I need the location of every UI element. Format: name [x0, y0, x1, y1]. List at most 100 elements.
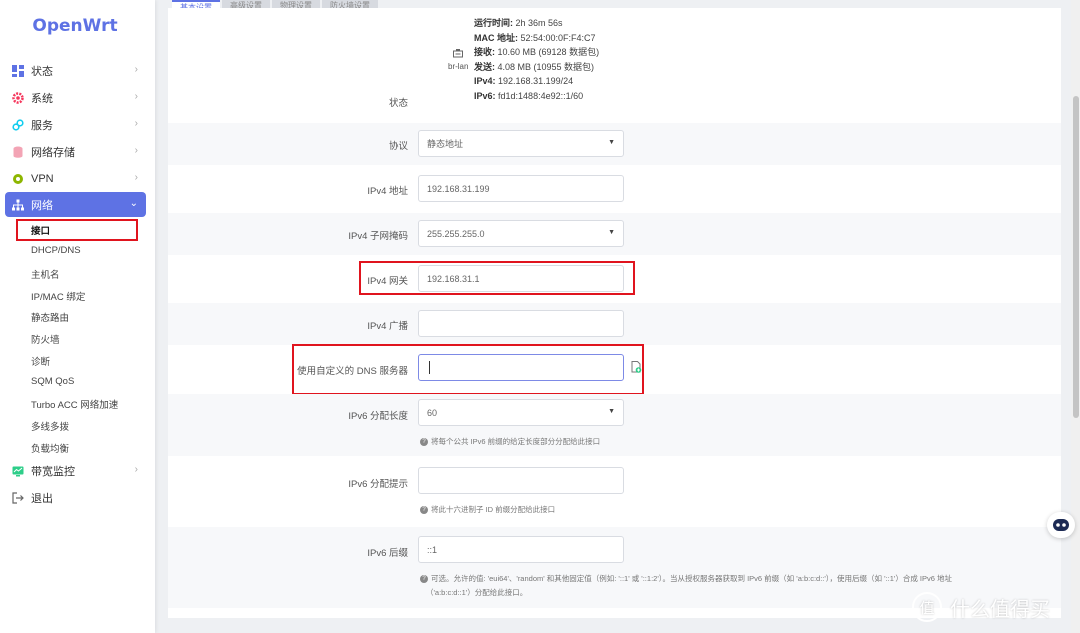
sidebar-sub-hostnames[interactable]: 主机名: [31, 267, 60, 281]
sidebar-item-bandwidth[interactable]: 带宽监控 ›: [5, 458, 146, 483]
chevron-right-icon: ›: [134, 145, 138, 156]
tab-physical[interactable]: 物理设置: [272, 0, 320, 8]
protocol-label: 协议: [388, 141, 408, 152]
rx-value: 10.60 MB (69128 数据包): [497, 47, 600, 57]
sidebar-item-network[interactable]: 网络 ⌄: [5, 192, 146, 217]
ipv4-address-value: 192.168.31.199: [427, 183, 490, 194]
netmask-value: 255.255.255.0: [427, 228, 485, 239]
tab-bar: 基本设置 高级设置 物理设置 防火墙设置: [172, 0, 380, 8]
tab-firewall[interactable]: 防火墙设置: [322, 0, 378, 8]
tab-advanced[interactable]: 高级设置: [222, 0, 270, 8]
annotation-highlight-gateway: [359, 261, 635, 295]
ethernet-icon: [453, 45, 463, 63]
sidebar-sub-multiwan[interactable]: 多线多拨: [31, 419, 69, 433]
sidebar-sub-routes[interactable]: 静态路由: [31, 310, 69, 324]
ip6suffix-label: IPv6 后缀: [367, 548, 408, 559]
ip6assign-hint: ? 将每个公共 IPv6 前缀的给定长度部分分配给此接口: [420, 436, 600, 447]
tx-key: 发送:: [474, 61, 495, 72]
ip6hint-label: IPv6 分配提示: [348, 479, 408, 490]
network-icon: [12, 199, 24, 211]
sidebar-sub-dhcp[interactable]: DHCP/DNS: [31, 245, 81, 256]
sidebar-sub-diagnostics[interactable]: 诊断: [31, 354, 50, 368]
sidebar-sub-firewall[interactable]: 防火墙: [31, 332, 60, 346]
ip6hint-input[interactable]: [418, 467, 624, 494]
status-label: 状态: [388, 98, 408, 109]
caret-down-icon: ▼: [608, 139, 615, 146]
ipv4-address-row: IPv4 地址 192.168.31.199: [168, 168, 1061, 210]
ip6assign-label: IPv6 分配长度: [348, 411, 408, 422]
annotation-highlight-dns: [292, 344, 644, 395]
ip6hint-row: IPv6 分配提示 ? 将此十六进制子 ID 前缀分配给此接口: [168, 458, 1061, 525]
sidebar: OpenWrt 状态 › 系统 › 服务 › 网络存储 › VPN › 网络 ⌄…: [0, 0, 155, 633]
link-icon: [12, 118, 24, 131]
sidebar-item-label: 退出: [31, 492, 53, 505]
watermark-text: 什么值得买: [950, 596, 1050, 621]
annotation-highlight-interfaces: [16, 219, 138, 241]
help-icon: ?: [420, 506, 428, 515]
ip6assign-row: IPv6 分配长度 60 ▼ ? 将每个公共 IPv6 前缀的给定长度部分分配给此…: [168, 394, 1061, 456]
sidebar-item-label: 系统: [31, 92, 53, 105]
ip6assign-hint-text: 将每个公共 IPv6 前缀的给定长度部分分配给此接口: [431, 437, 601, 446]
netmask-label: IPv4 子网掩码: [348, 231, 408, 242]
watermark-logo-icon: 值: [912, 592, 942, 622]
ip6suffix-value: ::1: [427, 544, 438, 555]
gear-icon: [12, 91, 24, 104]
ip6suffix-input[interactable]: ::1: [418, 536, 624, 563]
gateway-row: IPv4 网关 192.168.31.1: [168, 258, 1061, 300]
device-name: br-lan: [448, 62, 469, 71]
broadcast-input[interactable]: [418, 310, 624, 337]
chevron-right-icon: ›: [134, 172, 138, 183]
logout-icon: [12, 491, 24, 504]
ipv4-address-label: IPv4 地址: [367, 186, 408, 197]
caret-down-icon: ▼: [608, 408, 615, 415]
scrollbar-thumb[interactable]: [1073, 96, 1079, 418]
mac-value: 52:54:00:0F:F4:C7: [520, 32, 596, 43]
chevron-right-icon: ›: [134, 91, 138, 102]
uptime-key: 运行时间:: [474, 18, 513, 28]
sidebar-sub-loadbalance[interactable]: 负载均衡: [31, 441, 69, 455]
caret-down-icon: ▼: [608, 229, 615, 236]
chevron-down-icon: ⌄: [129, 198, 138, 209]
app-logo: OpenWrt: [32, 16, 118, 36]
ip6hint-hint-text: 将此十六进制子 ID 前缀分配给此接口: [431, 505, 556, 514]
ip6assign-select[interactable]: 60 ▼: [418, 399, 624, 426]
ip6hint-hint: ? 将此十六进制子 ID 前缀分配给此接口: [420, 504, 555, 515]
shield-icon: [12, 173, 24, 185]
scrollbar[interactable]: [1071, 0, 1080, 633]
sidebar-item-vpn[interactable]: VPN ›: [5, 166, 146, 191]
status-details: 运行时间: 2h 36m 56s MAC 地址: 52:54:00:0F:F4:…: [474, 16, 599, 103]
protocol-value: 静态地址: [427, 139, 464, 149]
chevron-right-icon: ›: [134, 64, 138, 75]
chevron-right-icon: ›: [134, 464, 138, 475]
broadcast-label: IPv4 广播: [367, 321, 408, 332]
netmask-select[interactable]: 255.255.255.0 ▼: [418, 220, 624, 247]
tab-general[interactable]: 基本设置: [172, 0, 220, 8]
sidebar-sub-turboacc[interactable]: Turbo ACC 网络加速: [31, 397, 118, 411]
sidebar-sub-ipmac[interactable]: IP/MAC 绑定: [31, 289, 85, 303]
sidebar-item-system[interactable]: 系统 ›: [5, 85, 146, 110]
protocol-row: 协议 静态地址 ▼: [168, 123, 1061, 165]
ipv4-address-input[interactable]: 192.168.31.199: [418, 175, 624, 202]
watermark: 值 什么值得买: [912, 592, 1050, 622]
sidebar-sub-sqm[interactable]: SQM QoS: [31, 376, 74, 387]
sidebar-item-status[interactable]: 状态 ›: [5, 58, 146, 83]
protocol-select[interactable]: 静态地址 ▼: [418, 130, 624, 157]
tx-value: 4.08 MB (10955 数据包): [497, 61, 595, 72]
help-icon: ?: [420, 438, 428, 447]
sidebar-item-label: VPN: [31, 172, 54, 185]
rx-key: 接收:: [474, 47, 495, 57]
netmask-row: IPv4 子网掩码 255.255.255.0 ▼: [168, 213, 1061, 255]
ipv4-value: 192.168.31.199/24: [498, 76, 574, 86]
dns-row: 使用自定义的 DNS 服务器: [168, 344, 1061, 395]
sidebar-item-storage[interactable]: 网络存储 ›: [5, 139, 146, 164]
sidebar-item-label: 状态: [31, 65, 53, 78]
ip6assign-value: 60: [427, 407, 438, 418]
mac-key: MAC 地址:: [474, 32, 518, 43]
broadcast-row: IPv4 广播: [168, 303, 1061, 345]
sidebar-item-logout[interactable]: 退出: [5, 485, 146, 510]
monitor-icon: [12, 465, 24, 477]
ipv6-key: IPv6:: [474, 90, 496, 101]
database-icon: [12, 146, 24, 158]
sidebar-item-services[interactable]: 服务 ›: [5, 112, 146, 137]
chat-assistant-button[interactable]: [1047, 512, 1075, 538]
